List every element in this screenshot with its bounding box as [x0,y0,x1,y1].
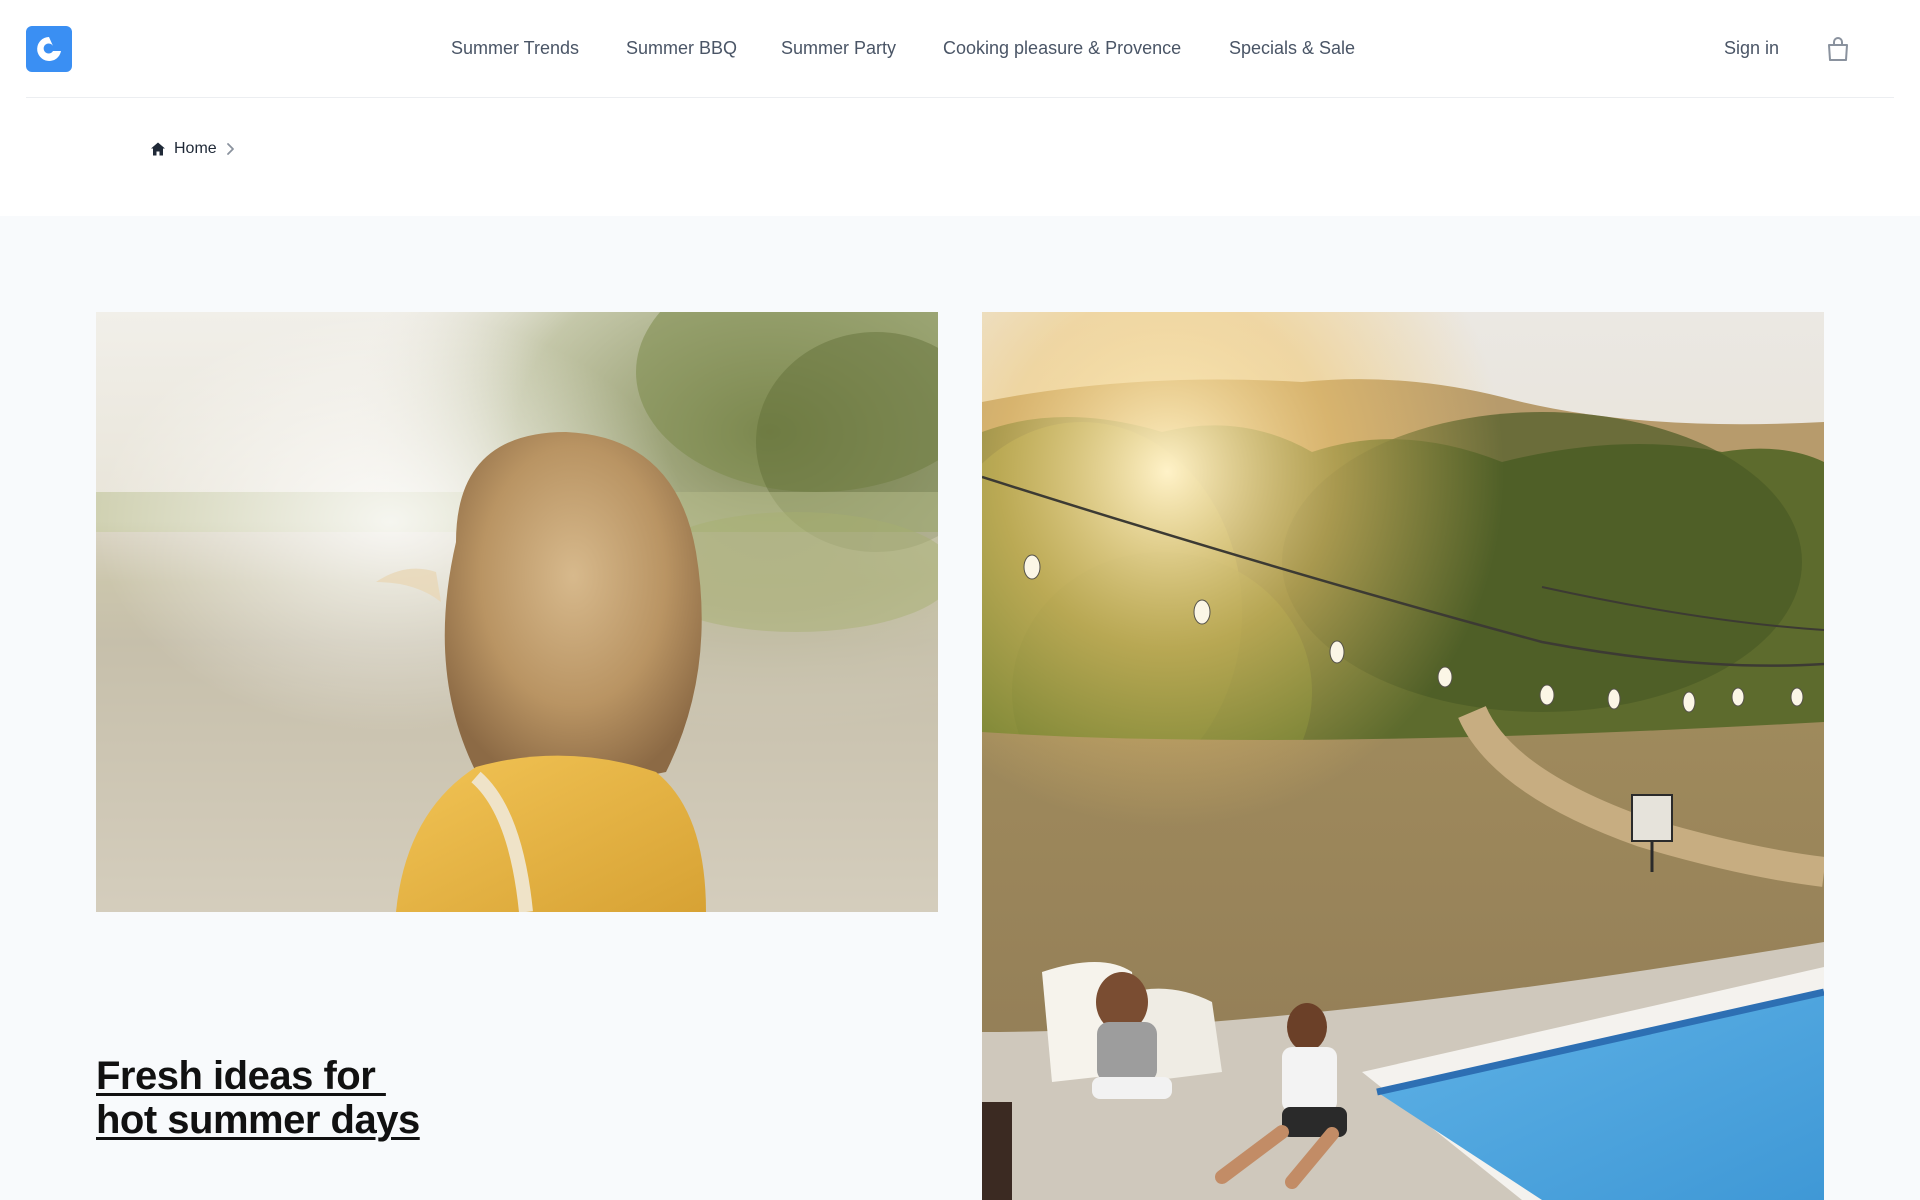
breadcrumb-home[interactable]: Home [174,140,217,158]
breadcrumb: Home [150,138,237,160]
home-icon [151,142,165,156]
nav-specials-sale[interactable]: Specials & Sale [1229,38,1355,59]
nav-cooking-pleasure-provence[interactable]: Cooking pleasure & Provence [943,38,1181,59]
nav-summer-party[interactable]: Summer Party [781,38,896,59]
woman-with-blonde-hair-in-yellow-shirt-photo[interactable] [96,312,938,912]
hero-headline-link[interactable]: Fresh ideas for hot summer days [96,1054,420,1142]
header-divider [26,97,1894,98]
site-header: Summer Trends Summer BBQ Summer Party Co… [0,0,1920,100]
hero-headline-line1: Fresh ideas for [96,1054,386,1098]
shopping-bag-icon[interactable] [1826,36,1850,62]
main-navigation: Summer Trends Summer BBQ Summer Party Co… [0,0,1920,98]
pool-party-with-string-lights-photo[interactable] [982,312,1824,1200]
nav-summer-trends[interactable]: Summer Trends [451,38,579,59]
hero-headline-line2: hot summer days [96,1098,420,1142]
chevron-right-icon [226,143,234,155]
sign-in-link[interactable]: Sign in [1724,38,1779,59]
nav-summer-bbq[interactable]: Summer BBQ [626,38,737,59]
main-content: Fresh ideas for hot summer days [0,216,1920,1200]
